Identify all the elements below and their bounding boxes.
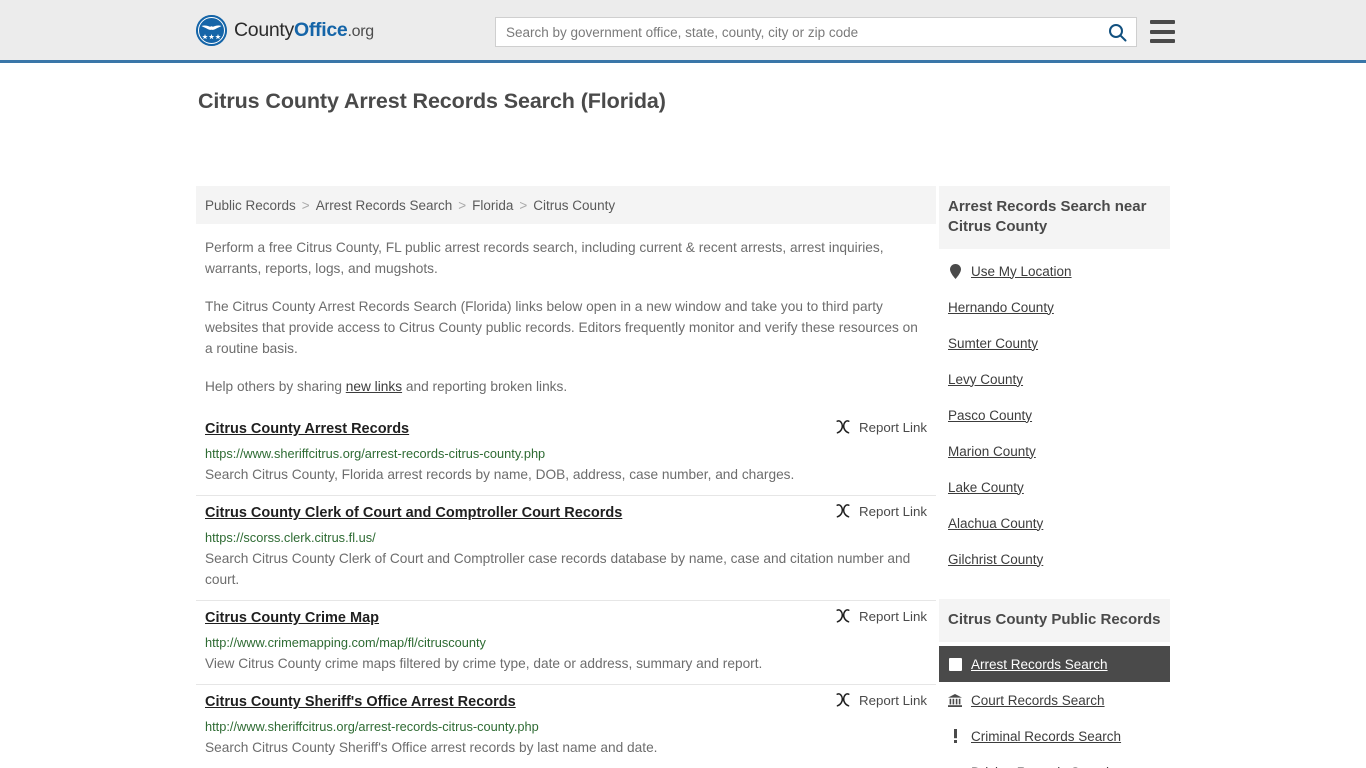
sidebar-item-pasco-county[interactable]: Pasco County <box>939 397 1170 433</box>
sidebar-item-criminal-records-search[interactable]: Criminal Records Search <box>939 718 1170 754</box>
result-description: View Citrus County crime maps filtered b… <box>205 656 763 671</box>
sidebar-item-label: Gilchrist County <box>948 551 1044 567</box>
hamburger-menu-icon[interactable] <box>1150 20 1175 43</box>
broken-link-icon <box>836 693 850 707</box>
main-content: Public Records > Arrest Records Search >… <box>196 186 936 768</box>
breadcrumb-item-public-records[interactable]: Public Records <box>205 198 296 213</box>
breadcrumb-item-citrus-county[interactable]: Citrus County <box>533 198 615 213</box>
report-link-button[interactable]: Report Link <box>835 503 927 519</box>
nearby-panel-heading: Arrest Records Search near Citrus County <box>939 186 1170 249</box>
sidebar-item-label: Pasco County <box>948 407 1033 423</box>
arrest-record-icon <box>948 656 962 672</box>
sidebar-item-arrest-records-search[interactable]: Arrest Records Search <box>939 646 1170 682</box>
site-header: CountyOffice.org <box>0 0 1366 63</box>
breadcrumb-separator: > <box>458 197 467 213</box>
search-icon <box>1108 23 1126 41</box>
hamburger-bar <box>1150 39 1175 43</box>
result-url-link[interactable]: http://www.sheriffcitrus.org/arrest-reco… <box>205 719 927 734</box>
search-bar[interactable] <box>495 17 1137 47</box>
hamburger-bar <box>1150 29 1175 34</box>
brand-text-part3: .org <box>347 22 374 40</box>
car-icon <box>948 764 962 768</box>
intro-paragraph-2: The Citrus County Arrest Records Search … <box>205 299 918 356</box>
exclamation-icon <box>948 728 962 744</box>
sidebar-item-gilchrist-county[interactable]: Gilchrist County <box>939 541 1170 577</box>
result-url-link[interactable]: https://www.sheriffcitrus.org/arrest-rec… <box>205 446 927 461</box>
page-title: Citrus County Arrest Records Search (Flo… <box>198 89 666 113</box>
sidebar-item-label: Criminal Records Search <box>971 728 1122 744</box>
result-item: Citrus County Clerk of Court and Comptro… <box>196 496 936 601</box>
search-input[interactable] <box>496 18 1098 46</box>
report-link-label: Report Link <box>859 608 927 624</box>
sidebar-item-label: Alachua County <box>948 515 1044 531</box>
result-title-link[interactable]: Citrus County Arrest Records <box>205 421 409 437</box>
sidebar-item-label: Marion County <box>948 443 1036 459</box>
public-records-list: Arrest Records Search Court Records Sear… <box>939 642 1170 768</box>
breadcrumb: Public Records > Arrest Records Search >… <box>196 186 936 224</box>
sidebar-item-label: Hernando County <box>948 299 1054 315</box>
breadcrumb-separator: > <box>519 197 528 213</box>
report-link-label: Report Link <box>859 419 927 435</box>
sidebar-item-hernando-county[interactable]: Hernando County <box>939 289 1170 325</box>
hamburger-bar <box>1150 20 1175 24</box>
sidebar-item-label: Driving Records Search <box>971 765 1114 768</box>
breadcrumb-item-florida[interactable]: Florida <box>472 198 513 213</box>
result-title-link[interactable]: Citrus County Clerk of Court and Comptro… <box>205 505 622 521</box>
breadcrumb-item-arrest-records-search[interactable]: Arrest Records Search <box>316 198 453 213</box>
intro-p3-before: Help others by sharing <box>205 379 346 394</box>
sidebar-item-label: Sumter County <box>948 335 1039 351</box>
sidebar-item-driving-records-search[interactable]: Driving Records Search <box>939 754 1170 768</box>
broken-link-icon <box>836 609 850 623</box>
result-url-link[interactable]: https://scorss.clerk.citrus.fl.us/ <box>205 530 927 545</box>
intro-paragraph-1: Perform a free Citrus County, FL public … <box>205 240 884 276</box>
broken-link-icon <box>836 504 850 518</box>
sidebar-item-label: Lake County <box>948 479 1024 495</box>
courthouse-icon <box>948 692 962 708</box>
result-title-link[interactable]: Citrus County Crime Map <box>205 610 379 626</box>
result-item: Citrus County Arrest Records https://www… <box>196 412 936 496</box>
intro-p3-after: and reporting broken links. <box>402 379 568 394</box>
breadcrumb-separator: > <box>301 197 310 213</box>
brand-text-part1: County <box>234 18 294 41</box>
search-button[interactable] <box>1098 18 1136 46</box>
sidebar-item-court-records-search[interactable]: Court Records Search <box>939 682 1170 718</box>
report-link-button[interactable]: Report Link <box>835 608 927 624</box>
report-link-button[interactable]: Report Link <box>835 692 927 708</box>
result-description: Search Citrus County Clerk of Court and … <box>205 551 911 587</box>
sidebar-item-label: Levy County <box>948 371 1024 387</box>
brand-wordmark: CountyOffice.org <box>234 19 374 42</box>
nearby-list: Use My Location Hernando County Sumter C… <box>939 249 1170 577</box>
sidebar-item-label: Court Records Search <box>971 692 1105 708</box>
result-url-link[interactable]: http://www.crimemapping.com/map/fl/citru… <box>205 635 927 650</box>
sidebar-item-lake-county[interactable]: Lake County <box>939 469 1170 505</box>
report-link-label: Report Link <box>859 692 927 708</box>
new-links-link[interactable]: new links <box>346 379 402 394</box>
sidebar-item-label: Arrest Records Search <box>971 656 1108 672</box>
sidebar-item-alachua-county[interactable]: Alachua County <box>939 505 1170 541</box>
sidebar-item-sumter-county[interactable]: Sumter County <box>939 325 1170 361</box>
report-link-label: Report Link <box>859 503 927 519</box>
results-list: Citrus County Arrest Records https://www… <box>196 412 936 768</box>
sidebar-item-marion-county[interactable]: Marion County <box>939 433 1170 469</box>
broken-link-icon <box>836 420 850 434</box>
result-description: Search Citrus County Sheriff's Office ar… <box>205 740 658 755</box>
site-logo[interactable]: CountyOffice.org <box>196 14 374 46</box>
result-title-link[interactable]: Citrus County Sheriff's Office Arrest Re… <box>205 694 516 710</box>
result-item: Citrus County Sheriff's Office Arrest Re… <box>196 685 936 768</box>
eagle-seal-icon <box>196 14 227 46</box>
sidebar-item-label: Use My Location <box>971 263 1072 279</box>
sidebar-item-levy-county[interactable]: Levy County <box>939 361 1170 397</box>
result-description: Search Citrus County, Florida arrest rec… <box>205 467 795 482</box>
sidebar-item-use-my-location[interactable]: Use My Location <box>939 253 1170 289</box>
public-records-panel: Citrus County Public Records Arrest Reco… <box>939 599 1170 768</box>
map-pin-icon <box>948 263 962 279</box>
result-item: Citrus County Crime Map http://www.crime… <box>196 601 936 685</box>
brand-text-part2: Office <box>294 18 348 41</box>
sidebar: Arrest Records Search near Citrus County… <box>939 186 1170 768</box>
report-link-button[interactable]: Report Link <box>835 419 927 435</box>
intro-paragraph-3: Help others by sharing new links and rep… <box>196 359 936 397</box>
public-records-panel-heading: Citrus County Public Records <box>939 599 1170 642</box>
